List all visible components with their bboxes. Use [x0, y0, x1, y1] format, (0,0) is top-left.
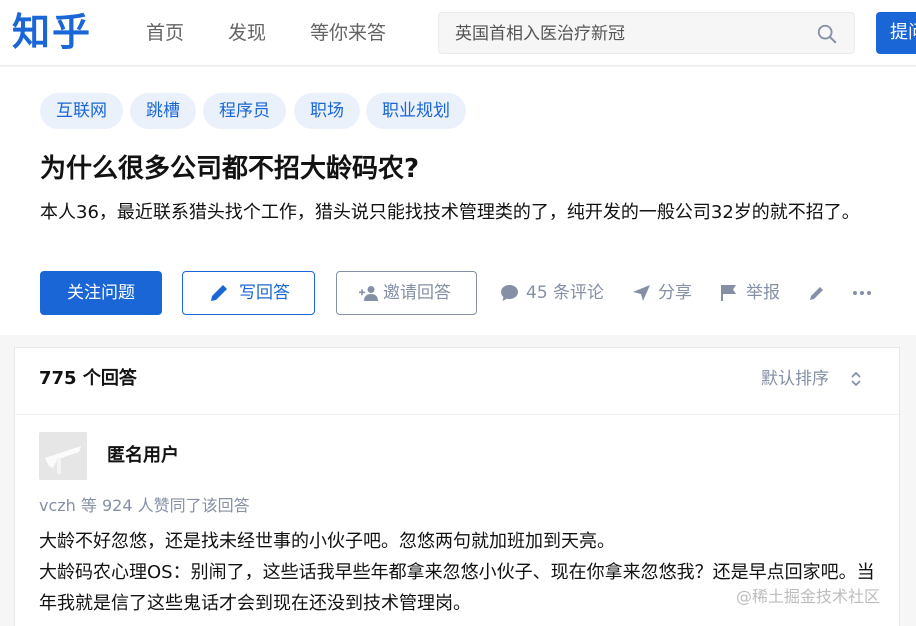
more-dots-icon — [853, 291, 871, 295]
edit-button[interactable] — [808, 279, 830, 307]
question-description: 本人36，最近联系猎头找个工作，猎头说只能找技术管理类的了，纯开发的一般公司32… — [40, 202, 860, 223]
nav-home[interactable]: 首页 — [146, 20, 184, 46]
search-icon[interactable] — [816, 23, 838, 45]
zhihu-logo[interactable]: 知乎 — [12, 8, 92, 56]
watermark: @稀土掘金技术社区 — [736, 587, 881, 606]
more-button[interactable] — [852, 279, 876, 307]
topic-tag[interactable]: 职场 — [294, 93, 360, 129]
ask-question-button[interactable]: 提问 — [876, 12, 916, 54]
topic-tag[interactable]: 互联网 — [40, 93, 123, 129]
topic-tag[interactable]: 职业规划 — [366, 93, 466, 129]
sort-dropdown[interactable]: 默认排序 — [761, 366, 829, 392]
write-answer-button[interactable]: 写回答 — [182, 271, 315, 315]
topic-tag[interactable]: 跳槽 — [130, 93, 196, 129]
voters-summary[interactable]: vczh 等 924 人赞同了该回答 — [39, 494, 250, 518]
divider — [15, 414, 899, 415]
search-input-value: 英国首相入医治疗新冠 — [455, 24, 625, 44]
comment-icon — [501, 285, 518, 301]
search-input[interactable]: 英国首相入医治疗新冠 — [438, 12, 855, 54]
invite-answer-button[interactable]: 邀请回答 — [336, 271, 477, 315]
invite-answer-label: 邀请回答 — [383, 283, 451, 303]
answer-paragraph: 大龄不好忽悠，还是找未经世事的小伙子吧。忽悠两句就加班加到天亮。 — [39, 531, 615, 552]
question-card: 互联网 跳槽 程序员 职场 职业规划 为什么很多公司都不招大龄码农? 本人36，… — [0, 67, 916, 335]
topic-tag[interactable]: 程序员 — [203, 93, 286, 129]
share-plane-icon — [633, 285, 650, 301]
comments-label: 45 条评论 — [526, 283, 605, 303]
add-person-icon — [359, 286, 378, 301]
report-label: 举报 — [746, 283, 780, 303]
follow-question-button[interactable]: 关注问题 — [40, 271, 162, 315]
flag-icon — [721, 285, 736, 301]
anonymous-avatar-icon — [39, 432, 87, 480]
answer-count: 775 个回答 — [39, 368, 137, 389]
answers-card: 775 个回答 默认排序 匿名用户 vczh 等 924 人赞同了该回答 大龄不… — [14, 347, 900, 626]
nav-waiting-answers[interactable]: 等你来答 — [310, 20, 386, 46]
comments-button[interactable]: 45 条评论 — [500, 279, 610, 307]
nav-discover[interactable]: 发现 — [228, 20, 266, 46]
report-button[interactable]: 举报 — [720, 279, 784, 307]
pencil-icon — [810, 287, 823, 300]
top-navbar: 知乎 首页 发现 等你来答 英国首相入医治疗新冠 提问 — [0, 0, 916, 66]
author-name[interactable]: 匿名用户 — [107, 444, 179, 468]
sort-chevrons-icon[interactable] — [849, 369, 863, 389]
share-button[interactable]: 分享 — [632, 279, 696, 307]
pencil-icon — [211, 285, 227, 301]
avatar[interactable] — [39, 432, 87, 480]
write-answer-label: 写回答 — [239, 283, 290, 303]
share-label: 分享 — [658, 283, 692, 303]
question-title: 为什么很多公司都不招大龄码农? — [40, 154, 420, 184]
